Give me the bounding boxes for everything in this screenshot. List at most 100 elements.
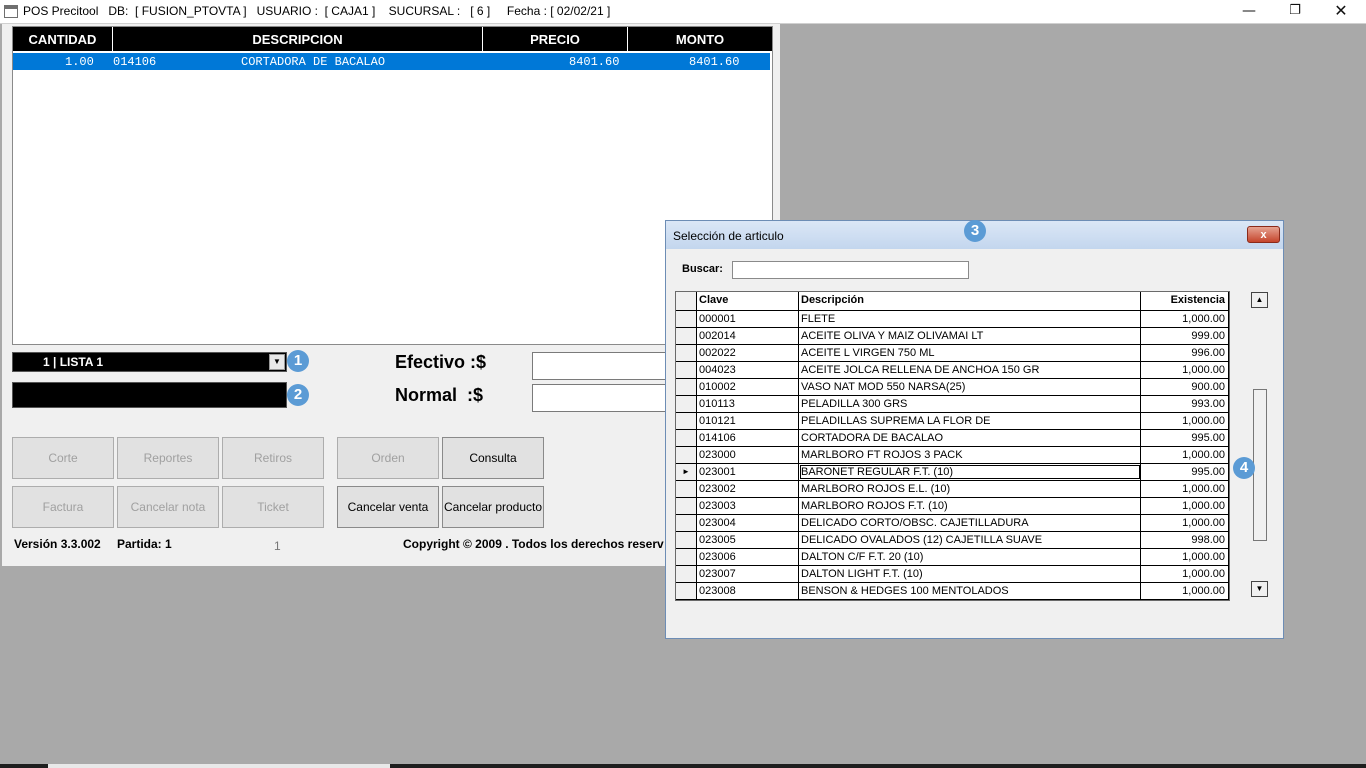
consulta-button[interactable]: Consulta (442, 437, 544, 479)
cell-descripcion: PELADILLA 300 GRS (799, 396, 1141, 412)
table-row[interactable]: 004023 ACEITE JOLCA RELLENA DE ANCHOA 150… (676, 362, 1229, 379)
factura-button[interactable]: Factura (12, 486, 114, 528)
row-selector[interactable] (676, 532, 697, 548)
table-row[interactable]: 023000 MARLBORO FT ROJOS 3 PACK 1,000.00 (676, 447, 1229, 464)
chevron-down-icon[interactable]: ▼ (269, 354, 285, 370)
articles-table[interactable]: Clave Descripción Existencia 000001 FLETE… (675, 291, 1230, 601)
col-precio[interactable]: PRECIO (483, 27, 628, 51)
price-list-select[interactable]: 1 | LISTA 1 ▼ (12, 352, 287, 372)
table-row[interactable]: 023003 MARLBORO ROJOS F.T. (10) 1,000.00 (676, 498, 1229, 515)
cancelar-producto-button[interactable]: Cancelar producto (442, 486, 544, 528)
row-selector[interactable] (676, 430, 697, 446)
sales-grid[interactable]: CANTIDAD DESCRIPCION PRECIO MONTO 1.00 0… (12, 26, 773, 345)
table-row[interactable]: 010113 PELADILLA 300 GRS 993.00 (676, 396, 1229, 413)
sales-grid-row[interactable]: 1.00 014106 CORTADORA DE BACALAO 8401.60… (13, 53, 770, 70)
cancelar-nota-button[interactable]: Cancelar nota (117, 486, 219, 528)
row-pointer-icon[interactable]: ► (676, 464, 697, 480)
row-selector[interactable] (676, 396, 697, 412)
cell-existencia: 1,000.00 (1141, 549, 1229, 565)
table-row[interactable]: 023005 DELICADO OVALADOS (12) CAJETILLA S… (676, 532, 1229, 549)
table-row[interactable]: 023007 DALTON LIGHT F.T. (10) 1,000.00 (676, 566, 1229, 583)
table-row[interactable]: 010121 PELADILLAS SUPREMA LA FLOR DE 1,000… (676, 413, 1229, 430)
row-selector[interactable] (676, 515, 697, 531)
row-selector[interactable] (676, 311, 697, 327)
row-selector[interactable] (676, 498, 697, 514)
row-selector[interactable] (676, 566, 697, 582)
col-monto[interactable]: MONTO (628, 27, 772, 51)
cell-clave: 023003 (697, 498, 799, 514)
scroll-thumb[interactable] (1253, 389, 1267, 541)
row-selector[interactable] (676, 447, 697, 463)
row-selector[interactable] (676, 549, 697, 565)
dialog-close-button[interactable]: x (1247, 226, 1280, 243)
cell-existencia: 1,000.00 (1141, 311, 1229, 327)
efectivo-input[interactable] (532, 352, 674, 380)
price-list-value: 1 | LISTA 1 (43, 355, 104, 369)
taskbar-active-item[interactable] (48, 764, 390, 768)
col-descripcion[interactable]: DESCRIPCION (113, 27, 483, 51)
table-row[interactable]: 014106 CORTADORA DE BACALAO 995.00 (676, 430, 1229, 447)
cell-existencia: 1,000.00 (1141, 498, 1229, 514)
col-descripcion[interactable]: Descripción (799, 292, 1141, 310)
row-selector[interactable] (676, 362, 697, 378)
search-input[interactable] (732, 261, 969, 279)
orden-button[interactable]: Orden (337, 437, 439, 479)
partida-text: Partida: 1 (117, 537, 172, 551)
table-row[interactable]: 002022 ACEITE L VIRGEN 750 ML 996.00 (676, 345, 1229, 362)
normal-input[interactable] (532, 384, 674, 412)
cell-clave: 023004 (697, 515, 799, 531)
table-row[interactable]: ► 023001 BARONET REGULAR F.T. (10) 995.00 (676, 464, 1229, 481)
article-selection-dialog: Selección de articulo x 3 Buscar: Clave … (665, 220, 1284, 639)
cell-existencia: 995.00 (1141, 464, 1229, 480)
dialog-title: Selección de articulo (673, 229, 784, 243)
table-row[interactable]: 023002 MARLBORO ROJOS E.L. (10) 1,000.00 (676, 481, 1229, 498)
cell-clave: 023000 (697, 447, 799, 463)
maximize-button[interactable]: ❐ (1272, 0, 1318, 23)
cell-existencia: 1,000.00 (1141, 583, 1229, 599)
cell-descripcion: CORTADORA DE BACALAO (799, 430, 1141, 446)
col-cantidad[interactable]: CANTIDAD (13, 27, 113, 51)
ticket-button[interactable]: Ticket (222, 486, 324, 528)
cell-descripcion: BARONET REGULAR F.T. (10) (799, 464, 1141, 480)
normal-label: Normal :$ (395, 385, 484, 405)
customer-bar[interactable] (12, 382, 287, 408)
table-row[interactable]: 023006 DALTON C/F F.T. 20 (10) 1,000.00 (676, 549, 1229, 566)
corte-button[interactable]: Corte (12, 437, 114, 479)
cell-clave: 002022 (697, 345, 799, 361)
row-selector[interactable] (676, 379, 697, 395)
version-text: Versión 3.3.002 (14, 537, 101, 551)
reportes-button[interactable]: Reportes (117, 437, 219, 479)
cell-existencia: 999.00 (1141, 328, 1229, 344)
articles-table-header: Clave Descripción Existencia (676, 292, 1229, 311)
cancelar-venta-button[interactable]: Cancelar venta (337, 486, 439, 528)
row-selector[interactable] (676, 481, 697, 497)
cell-descripcion: MARLBORO FT ROJOS 3 PACK (799, 447, 1141, 463)
close-window-button[interactable]: ✕ (1318, 0, 1364, 23)
minimize-button[interactable]: — (1226, 0, 1272, 23)
row-selector[interactable] (676, 345, 697, 361)
badge-4: 4 (1233, 457, 1255, 479)
row-selector[interactable] (676, 328, 697, 344)
row-selector[interactable] (676, 583, 697, 599)
scroll-up-icon[interactable]: ▲ (1251, 292, 1268, 308)
cell-existencia: 1,000.00 (1141, 413, 1229, 429)
retiros-button[interactable]: Retiros (222, 437, 324, 479)
taskbar (0, 764, 1366, 768)
row-clave: 014106 (113, 55, 157, 69)
row-descripcion: CORTADORA DE BACALAO (241, 55, 386, 69)
table-row[interactable]: 000001 FLETE 1,000.00 (676, 311, 1229, 328)
table-row[interactable]: 023008 BENSON & HEDGES 100 MENTOLADOS 1,00… (676, 583, 1229, 600)
col-existencia[interactable]: Existencia (1141, 292, 1229, 310)
row-selector[interactable] (676, 413, 697, 429)
window-title: POS Precitool DB: [ FUSION_PTOVTA ] USUA… (23, 4, 611, 18)
table-row[interactable]: 010002 VASO NAT MOD 550 NARSA(25) 900.00 (676, 379, 1229, 396)
cell-clave: 010002 (697, 379, 799, 395)
scroll-down-icon[interactable]: ▼ (1251, 581, 1268, 597)
table-row[interactable]: 023004 DELICADO CORTO/OBSC. CAJETILLADURA… (676, 515, 1229, 532)
table-scrollbar[interactable]: ▲ ▼ (1251, 291, 1268, 599)
table-row[interactable]: 002014 ACEITE OLIVA Y MAIZ OLIVAMAI LT 999… (676, 328, 1229, 345)
copyright-text: Copyright © 2009 . Todos los derechos re… (403, 537, 664, 551)
col-clave[interactable]: Clave (697, 292, 799, 310)
cell-descripcion: DELICADO CORTO/OBSC. CAJETILLADURA (799, 515, 1141, 531)
cell-existencia: 995.00 (1141, 430, 1229, 446)
